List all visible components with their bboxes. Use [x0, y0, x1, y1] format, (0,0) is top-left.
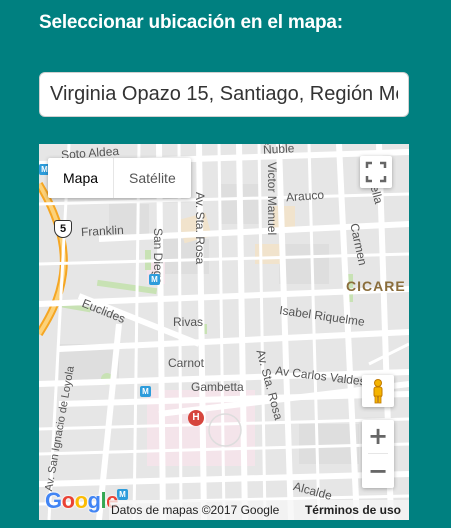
zoom-in-button[interactable]: +: [362, 420, 394, 453]
fullscreen-button[interactable]: [360, 156, 392, 188]
terms-of-use-link[interactable]: Términos de uso: [305, 500, 401, 520]
zoom-out-button[interactable]: −: [362, 455, 394, 488]
google-logo-letter: o: [74, 488, 88, 513]
address-input[interactable]: [39, 72, 409, 117]
map-type-map-button[interactable]: Mapa: [48, 158, 113, 198]
google-logo: Google: [45, 488, 118, 514]
fullscreen-icon: [365, 161, 387, 183]
map[interactable]: Soto Aldea Ñuble Av. Sta. Rosa Victor Ma…: [39, 144, 409, 520]
page-heading: Seleccionar ubicación en el mapa:: [39, 12, 343, 33]
map-attribution: Datos de mapas ©2017 Google: [111, 503, 280, 517]
map-type-control: Mapa Satélite: [48, 158, 191, 198]
zoom-control: + −: [362, 420, 394, 488]
zoom-divider: [368, 453, 388, 454]
map-footer: Datos de mapas ©2017 Google Términos de …: [109, 500, 409, 520]
map-type-satellite-button[interactable]: Satélite: [113, 158, 191, 198]
map-canvas[interactable]: [39, 144, 409, 520]
pegman-icon: [373, 379, 383, 404]
google-logo-letter: G: [45, 488, 62, 513]
google-logo-letter: o: [61, 488, 75, 513]
street-view-pegman-button[interactable]: [362, 375, 394, 407]
google-logo-letter: g: [87, 488, 101, 513]
